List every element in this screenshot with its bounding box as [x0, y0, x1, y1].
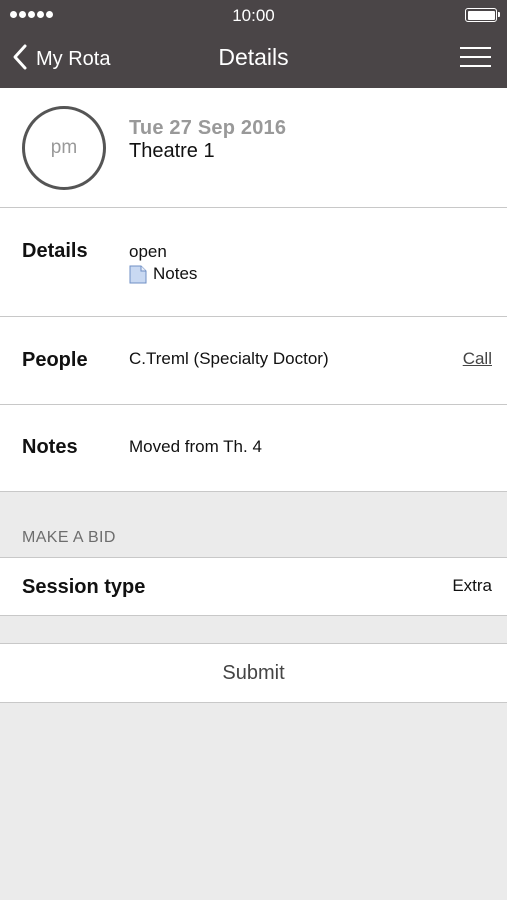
- notes-text: Moved from Th. 4: [129, 437, 262, 456]
- session-period-badge: pm: [22, 106, 106, 190]
- details-status: open: [129, 242, 167, 261]
- battery-icon: [465, 8, 500, 22]
- details-label: Details: [22, 240, 88, 262]
- people-label: People: [22, 349, 88, 371]
- back-chevron-icon: [10, 43, 30, 76]
- call-link[interactable]: Call: [463, 349, 492, 369]
- status-time: 10:00: [232, 6, 275, 25]
- back-label: My Rota: [36, 47, 111, 70]
- divider: [0, 702, 507, 703]
- session-location: Theatre 1: [129, 140, 215, 162]
- submit-button[interactable]: Submit: [0, 644, 507, 702]
- menu-icon[interactable]: [460, 47, 491, 71]
- people-name: C.Treml (Specialty Doctor): [129, 349, 329, 368]
- session-date: Tue 27 Sep 2016: [129, 117, 287, 139]
- notes-label: Notes: [22, 436, 78, 458]
- document-icon: [129, 265, 147, 284]
- divider: [0, 491, 507, 492]
- session-type-label: Session type: [22, 576, 146, 598]
- notes-link[interactable]: Notes: [129, 264, 197, 284]
- session-type-value[interactable]: Extra: [452, 576, 492, 596]
- notes-link-label: Notes: [153, 264, 198, 283]
- status-bar: 10:00: [0, 0, 507, 30]
- nav-bar: My Rota Details: [0, 30, 507, 88]
- back-button[interactable]: My Rota: [10, 42, 110, 76]
- make-bid-section-title: MAKE A BID: [22, 529, 116, 546]
- divider: [0, 615, 507, 616]
